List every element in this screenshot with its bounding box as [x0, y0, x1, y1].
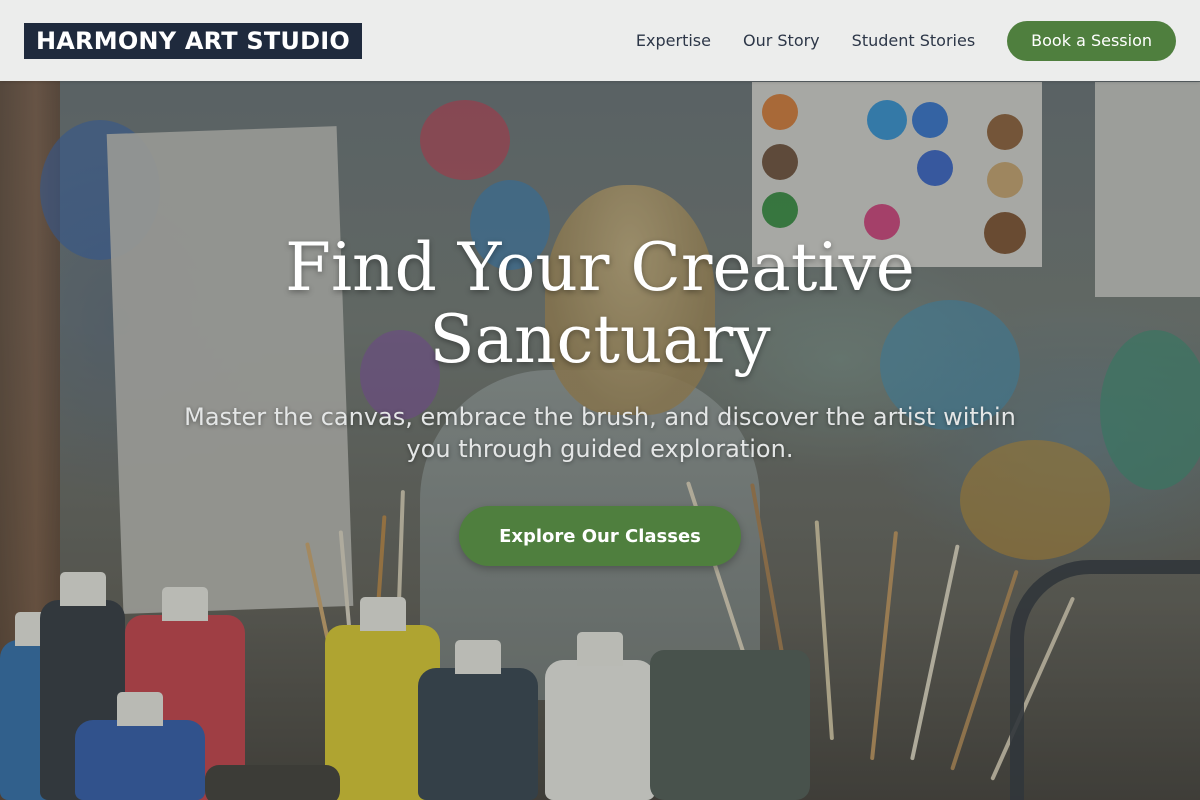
explore-classes-button[interactable]: Explore Our Classes: [459, 506, 741, 566]
hero-section: Find Your Creative Sanctuary Master the …: [0, 0, 1200, 800]
top-navbar: HARMONY ART STUDIO Expertise Our Story S…: [0, 0, 1200, 81]
nav-menu: Expertise Our Story Student Stories Book…: [636, 20, 1176, 61]
nav-link-our-story[interactable]: Our Story: [743, 31, 820, 50]
nav-link-expertise[interactable]: Expertise: [636, 31, 711, 50]
nav-link-student-stories[interactable]: Student Stories: [852, 31, 976, 50]
hero-title-line-2: Sanctuary: [429, 301, 771, 378]
hero-subtitle-line-1: Master the canvas, embrace the brush, an…: [184, 403, 1016, 431]
book-session-button[interactable]: Book a Session: [1007, 20, 1176, 61]
hero-subtitle: Master the canvas, embrace the brush, an…: [170, 401, 1030, 465]
hero-subtitle-line-2: you through guided exploration.: [406, 435, 794, 463]
hero-title-line-1: Find Your Creative: [285, 229, 915, 306]
hero-title: Find Your Creative Sanctuary: [200, 232, 1000, 376]
brand-logo[interactable]: HARMONY ART STUDIO: [24, 22, 362, 59]
